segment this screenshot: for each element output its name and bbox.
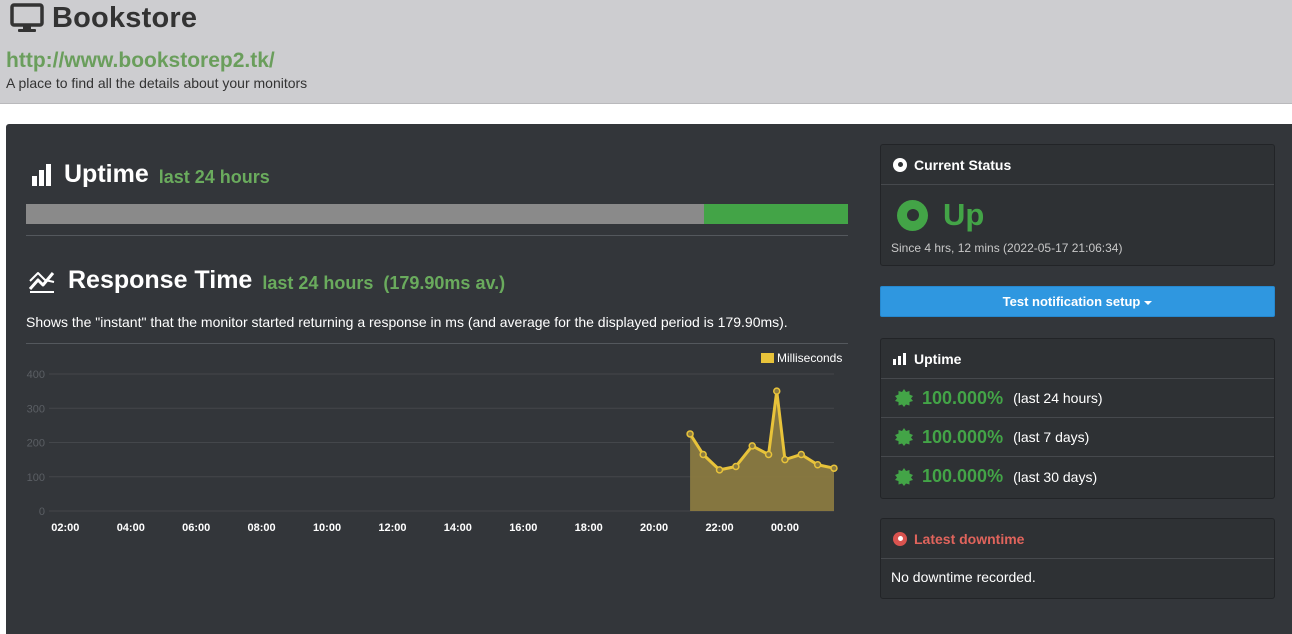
- y-tick-label: 200: [27, 438, 45, 450]
- test-notification-button[interactable]: Test notification setup: [880, 286, 1275, 317]
- x-tick-label: 04:00: [117, 522, 145, 534]
- monitor-icon: [10, 3, 44, 32]
- x-tick-label: 10:00: [313, 522, 341, 534]
- divider: [26, 235, 848, 236]
- status-text: Up: [943, 197, 985, 232]
- x-tick-label: 16:00: [509, 522, 537, 534]
- x-tick-label: 08:00: [248, 522, 276, 534]
- status-up-icon: [897, 199, 928, 231]
- data-point: [781, 455, 789, 464]
- x-tick-label: 06:00: [182, 522, 210, 534]
- caret-down-icon: [1144, 300, 1153, 305]
- latest-downtime-panel: Latest downtime No downtime recorded.: [880, 518, 1275, 599]
- current-status-header: Current Status: [881, 145, 1274, 185]
- downtime-dot-icon: [893, 531, 907, 546]
- x-tick-label: 18:00: [575, 522, 603, 534]
- latest-downtime-text: No downtime recorded.: [891, 569, 1036, 585]
- response-time-heading: Response Time last 24 hours (179.90ms av…: [28, 266, 505, 295]
- x-tick-label: 12:00: [378, 522, 406, 534]
- data-point: [764, 450, 773, 459]
- uptime-row: 100.000% (last 30 days): [881, 457, 1274, 496]
- y-tick-label: 300: [27, 403, 45, 415]
- response-time-title: Response Time: [68, 266, 253, 294]
- response-time-subtitle: last 24 hours: [262, 272, 374, 293]
- brand: Bookstore: [10, 0, 197, 36]
- status-row: Up: [881, 197, 1274, 233]
- certificate-icon: [895, 389, 913, 407]
- uptime-panel-header: Uptime: [881, 339, 1274, 379]
- current-status-panel: Current Status Up Since 4 hrs, 12 mins (…: [880, 144, 1275, 266]
- uptime-bar-up-segment: [704, 204, 848, 224]
- uptime-row: 100.000% (last 7 days): [881, 418, 1274, 457]
- data-point: [830, 464, 838, 472]
- y-tick-label: 400: [27, 369, 45, 381]
- response-time-average: (179.90ms av.): [383, 272, 506, 293]
- uptime-period: (last 24 hours): [1013, 390, 1103, 406]
- response-time-chart: 0 100 200 300 400 02:00 04:00 06:00 08:00 10:00 12…: [27, 351, 843, 534]
- data-point: [715, 466, 724, 474]
- data-point: [797, 450, 806, 459]
- uptime-bar: [26, 204, 848, 224]
- data-point: [686, 430, 694, 438]
- y-tick-label: 0: [39, 506, 45, 518]
- x-tick-label: 20:00: [640, 522, 668, 534]
- site-url-link[interactable]: http://www.bookstorep2.tk/: [6, 49, 275, 73]
- bar-chart-icon: [893, 352, 906, 365]
- uptime-panel-title: Uptime: [914, 350, 962, 367]
- legend-swatch: [761, 353, 774, 363]
- uptime-subtitle: last 24 hours: [158, 166, 270, 187]
- uptime-percent: 100.000%: [922, 426, 1004, 447]
- x-tick-label: 02:00: [51, 522, 79, 534]
- data-point: [813, 461, 822, 469]
- x-tick-label: 22:00: [705, 522, 733, 534]
- divider: [26, 343, 848, 344]
- data-point: [699, 450, 707, 459]
- uptime-title: Uptime: [64, 160, 149, 188]
- uptime-percent: 100.000%: [922, 387, 1004, 408]
- legend-label: Milliseconds: [777, 351, 842, 365]
- response-time-description: Shows the "instant" that the monitor sta…: [26, 314, 788, 330]
- line-chart-icon: [28, 271, 55, 293]
- page-title: Bookstore: [52, 1, 198, 34]
- certificate-icon: [895, 428, 913, 446]
- latest-downtime-title: Latest downtime: [914, 530, 1025, 547]
- data-point: [732, 462, 740, 471]
- data-point: [773, 387, 781, 395]
- bar-chart-icon: [32, 163, 51, 186]
- x-tick-label: 00:00: [771, 522, 799, 534]
- certificate-icon: [895, 467, 913, 486]
- uptime-percent: 100.000%: [922, 466, 1004, 486]
- status-since: Since 4 hrs, 12 mins (2022-05-17 21:06:3…: [891, 241, 1123, 255]
- uptime-period: (last 7 days): [1013, 429, 1090, 445]
- current-status-title: Current Status: [914, 156, 1012, 173]
- uptime-period: (last 30 days): [1013, 468, 1098, 485]
- latest-downtime-header: Latest downtime: [881, 519, 1274, 559]
- uptime-heading: Uptime last 24 hours: [26, 160, 270, 189]
- data-point: [748, 442, 756, 450]
- uptime-panel: Uptime 100.000% (last 24 hours) 100.000%…: [880, 338, 1275, 499]
- tagline: A place to find all the details about yo…: [6, 75, 308, 91]
- x-tick-label: 14:00: [444, 522, 472, 534]
- uptime-row: 100.000% (last 24 hours): [881, 379, 1274, 418]
- y-tick-label: 100: [27, 472, 45, 484]
- status-dot-icon: [893, 157, 907, 172]
- page-header: Bookstore http://www.bookstorep2.tk/ A p…: [0, 0, 1292, 104]
- test-notification-label: Test notification setup: [1002, 294, 1141, 309]
